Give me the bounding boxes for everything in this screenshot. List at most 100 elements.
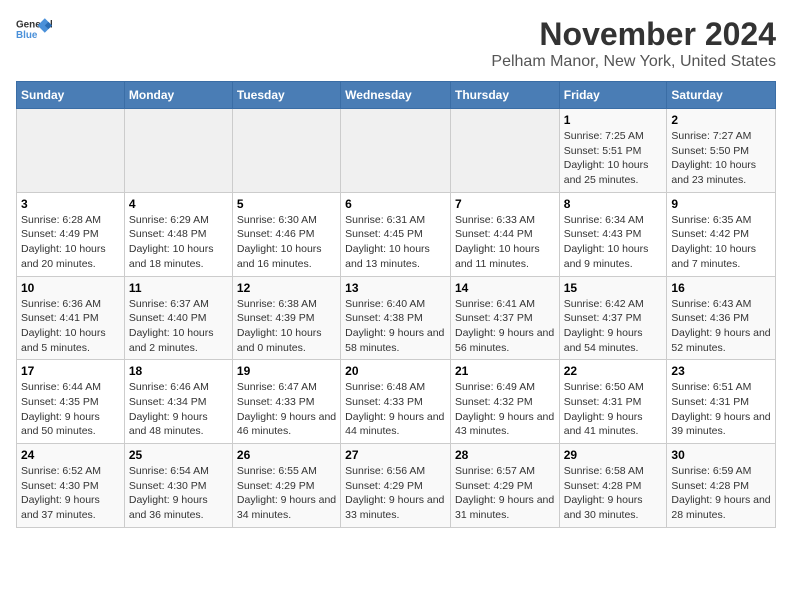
header-day-monday: Monday bbox=[124, 82, 232, 109]
calendar-cell: 23Sunrise: 6:51 AM Sunset: 4:31 PM Dayli… bbox=[667, 360, 776, 444]
calendar-cell: 30 Sunrise: 6:59 AM Sunset: 4:28 PM Dayli… bbox=[667, 444, 776, 528]
day-info: Sunrise: 6:56 AM Sunset: 4:29 PM Dayligh… bbox=[345, 464, 446, 523]
calendar-cell: 21Sunrise: 6:49 AM Sunset: 4:32 PM Dayli… bbox=[450, 360, 559, 444]
day-number: 27 bbox=[345, 448, 446, 462]
day-info: Sunrise: 6:33 AM Sunset: 4:44 PM Dayligh… bbox=[455, 213, 555, 272]
day-number: 23 bbox=[671, 364, 771, 378]
calendar-cell: 6Sunrise: 6:31 AM Sunset: 4:45 PM Daylig… bbox=[341, 192, 451, 276]
calendar-cell: 29 Sunrise: 6:58 AM Sunset: 4:28 PM Dayli… bbox=[559, 444, 667, 528]
calendar-cell: 17 Sunrise: 6:44 AM Sunset: 4:35 PM Dayli… bbox=[17, 360, 125, 444]
day-info: Sunrise: 6:37 AM Sunset: 4:40 PM Dayligh… bbox=[129, 297, 228, 356]
calendar-body: 1 Sunrise: 7:25 AM Sunset: 5:51 PM Daylig… bbox=[17, 109, 776, 528]
day-number: 24 bbox=[21, 448, 120, 462]
day-info: Sunrise: 6:29 AM Sunset: 4:48 PM Dayligh… bbox=[129, 213, 228, 272]
week-row-3: 17 Sunrise: 6:44 AM Sunset: 4:35 PM Dayli… bbox=[17, 360, 776, 444]
header-row: SundayMondayTuesdayWednesdayThursdayFrid… bbox=[17, 82, 776, 109]
calendar-cell bbox=[341, 109, 451, 193]
calendar-cell: 19 Sunrise: 6:47 AM Sunset: 4:33 PM Dayli… bbox=[232, 360, 340, 444]
day-number: 12 bbox=[237, 281, 336, 295]
calendar-cell: 16Sunrise: 6:43 AM Sunset: 4:36 PM Dayli… bbox=[667, 276, 776, 360]
day-number: 11 bbox=[129, 281, 228, 295]
calendar-cell: 28 Sunrise: 6:57 AM Sunset: 4:29 PM Dayli… bbox=[450, 444, 559, 528]
header-day-friday: Friday bbox=[559, 82, 667, 109]
calendar-cell: 5 Sunrise: 6:30 AM Sunset: 4:46 PM Daylig… bbox=[232, 192, 340, 276]
calendar-cell bbox=[232, 109, 340, 193]
day-number: 1 bbox=[564, 113, 663, 127]
day-number: 10 bbox=[21, 281, 120, 295]
calendar-cell: 13 Sunrise: 6:40 AM Sunset: 4:38 PM Dayli… bbox=[341, 276, 451, 360]
day-info: Sunrise: 6:55 AM Sunset: 4:29 PM Dayligh… bbox=[237, 464, 336, 523]
calendar-cell: 20Sunrise: 6:48 AM Sunset: 4:33 PM Dayli… bbox=[341, 360, 451, 444]
day-info: Sunrise: 6:38 AM Sunset: 4:39 PM Dayligh… bbox=[237, 297, 336, 356]
day-info: Sunrise: 6:54 AM Sunset: 4:30 PM Dayligh… bbox=[129, 464, 228, 523]
day-number: 8 bbox=[564, 197, 663, 211]
header-day-saturday: Saturday bbox=[667, 82, 776, 109]
day-number: 4 bbox=[129, 197, 228, 211]
day-number: 20 bbox=[345, 364, 446, 378]
day-info: Sunrise: 6:49 AM Sunset: 4:32 PM Dayligh… bbox=[455, 380, 555, 439]
day-number: 9 bbox=[671, 197, 771, 211]
day-number: 5 bbox=[237, 197, 336, 211]
day-number: 25 bbox=[129, 448, 228, 462]
day-number: 26 bbox=[237, 448, 336, 462]
week-row-1: 3 Sunrise: 6:28 AM Sunset: 4:49 PM Daylig… bbox=[17, 192, 776, 276]
logo: General Blue bbox=[16, 16, 52, 44]
day-number: 28 bbox=[455, 448, 555, 462]
day-number: 29 bbox=[564, 448, 663, 462]
title-area: November 2024 Pelham Manor, New York, Un… bbox=[491, 16, 776, 71]
day-info: Sunrise: 6:34 AM Sunset: 4:43 PM Dayligh… bbox=[564, 213, 663, 272]
calendar-cell: 22Sunrise: 6:50 AM Sunset: 4:31 PM Dayli… bbox=[559, 360, 667, 444]
day-info: Sunrise: 6:42 AM Sunset: 4:37 PM Dayligh… bbox=[564, 297, 663, 356]
day-info: Sunrise: 7:25 AM Sunset: 5:51 PM Dayligh… bbox=[564, 129, 663, 188]
day-number: 17 bbox=[21, 364, 120, 378]
day-info: Sunrise: 6:59 AM Sunset: 4:28 PM Dayligh… bbox=[671, 464, 771, 523]
week-row-2: 10 Sunrise: 6:36 AM Sunset: 4:41 PM Dayli… bbox=[17, 276, 776, 360]
day-info: Sunrise: 6:40 AM Sunset: 4:38 PM Dayligh… bbox=[345, 297, 446, 356]
day-info: Sunrise: 6:52 AM Sunset: 4:30 PM Dayligh… bbox=[21, 464, 120, 523]
calendar-cell bbox=[124, 109, 232, 193]
day-number: 15 bbox=[564, 281, 663, 295]
logo-icon: General Blue bbox=[16, 16, 52, 44]
calendar-cell bbox=[450, 109, 559, 193]
calendar-cell: 15 Sunrise: 6:42 AM Sunset: 4:37 PM Dayli… bbox=[559, 276, 667, 360]
calendar-cell: 7Sunrise: 6:33 AM Sunset: 4:44 PM Daylig… bbox=[450, 192, 559, 276]
calendar-cell: 11 Sunrise: 6:37 AM Sunset: 4:40 PM Dayli… bbox=[124, 276, 232, 360]
calendar-table: SundayMondayTuesdayWednesdayThursdayFrid… bbox=[16, 81, 776, 528]
calendar-cell: 18 Sunrise: 6:46 AM Sunset: 4:34 PM Dayli… bbox=[124, 360, 232, 444]
day-info: Sunrise: 6:41 AM Sunset: 4:37 PM Dayligh… bbox=[455, 297, 555, 356]
calendar-cell: 9 Sunrise: 6:35 AM Sunset: 4:42 PM Daylig… bbox=[667, 192, 776, 276]
calendar-cell: 26 Sunrise: 6:55 AM Sunset: 4:29 PM Dayli… bbox=[232, 444, 340, 528]
day-info: Sunrise: 6:35 AM Sunset: 4:42 PM Dayligh… bbox=[671, 213, 771, 272]
calendar-cell: 24 Sunrise: 6:52 AM Sunset: 4:30 PM Dayli… bbox=[17, 444, 125, 528]
header-day-tuesday: Tuesday bbox=[232, 82, 340, 109]
day-info: Sunrise: 6:36 AM Sunset: 4:41 PM Dayligh… bbox=[21, 297, 120, 356]
day-info: Sunrise: 6:57 AM Sunset: 4:29 PM Dayligh… bbox=[455, 464, 555, 523]
header-day-sunday: Sunday bbox=[17, 82, 125, 109]
day-number: 18 bbox=[129, 364, 228, 378]
calendar-cell bbox=[17, 109, 125, 193]
calendar-cell: 4 Sunrise: 6:29 AM Sunset: 4:48 PM Daylig… bbox=[124, 192, 232, 276]
header-day-thursday: Thursday bbox=[450, 82, 559, 109]
day-info: Sunrise: 6:50 AM Sunset: 4:31 PM Dayligh… bbox=[564, 380, 663, 439]
calendar-cell: 25 Sunrise: 6:54 AM Sunset: 4:30 PM Dayli… bbox=[124, 444, 232, 528]
header-day-wednesday: Wednesday bbox=[341, 82, 451, 109]
day-number: 2 bbox=[671, 113, 771, 127]
day-number: 13 bbox=[345, 281, 446, 295]
day-info: Sunrise: 6:30 AM Sunset: 4:46 PM Dayligh… bbox=[237, 213, 336, 272]
week-row-0: 1 Sunrise: 7:25 AM Sunset: 5:51 PM Daylig… bbox=[17, 109, 776, 193]
calendar-cell: 27 Sunrise: 6:56 AM Sunset: 4:29 PM Dayli… bbox=[341, 444, 451, 528]
day-number: 30 bbox=[671, 448, 771, 462]
month-title: November 2024 bbox=[491, 16, 776, 53]
day-info: Sunrise: 6:58 AM Sunset: 4:28 PM Dayligh… bbox=[564, 464, 663, 523]
day-number: 3 bbox=[21, 197, 120, 211]
day-number: 6 bbox=[345, 197, 446, 211]
day-number: 19 bbox=[237, 364, 336, 378]
day-info: Sunrise: 6:47 AM Sunset: 4:33 PM Dayligh… bbox=[237, 380, 336, 439]
day-info: Sunrise: 6:44 AM Sunset: 4:35 PM Dayligh… bbox=[21, 380, 120, 439]
day-info: Sunrise: 7:27 AM Sunset: 5:50 PM Dayligh… bbox=[671, 129, 771, 188]
day-info: Sunrise: 6:28 AM Sunset: 4:49 PM Dayligh… bbox=[21, 213, 120, 272]
day-info: Sunrise: 6:43 AM Sunset: 4:36 PM Dayligh… bbox=[671, 297, 771, 356]
subtitle: Pelham Manor, New York, United States bbox=[491, 53, 776, 71]
week-row-4: 24 Sunrise: 6:52 AM Sunset: 4:30 PM Dayli… bbox=[17, 444, 776, 528]
day-info: Sunrise: 6:46 AM Sunset: 4:34 PM Dayligh… bbox=[129, 380, 228, 439]
